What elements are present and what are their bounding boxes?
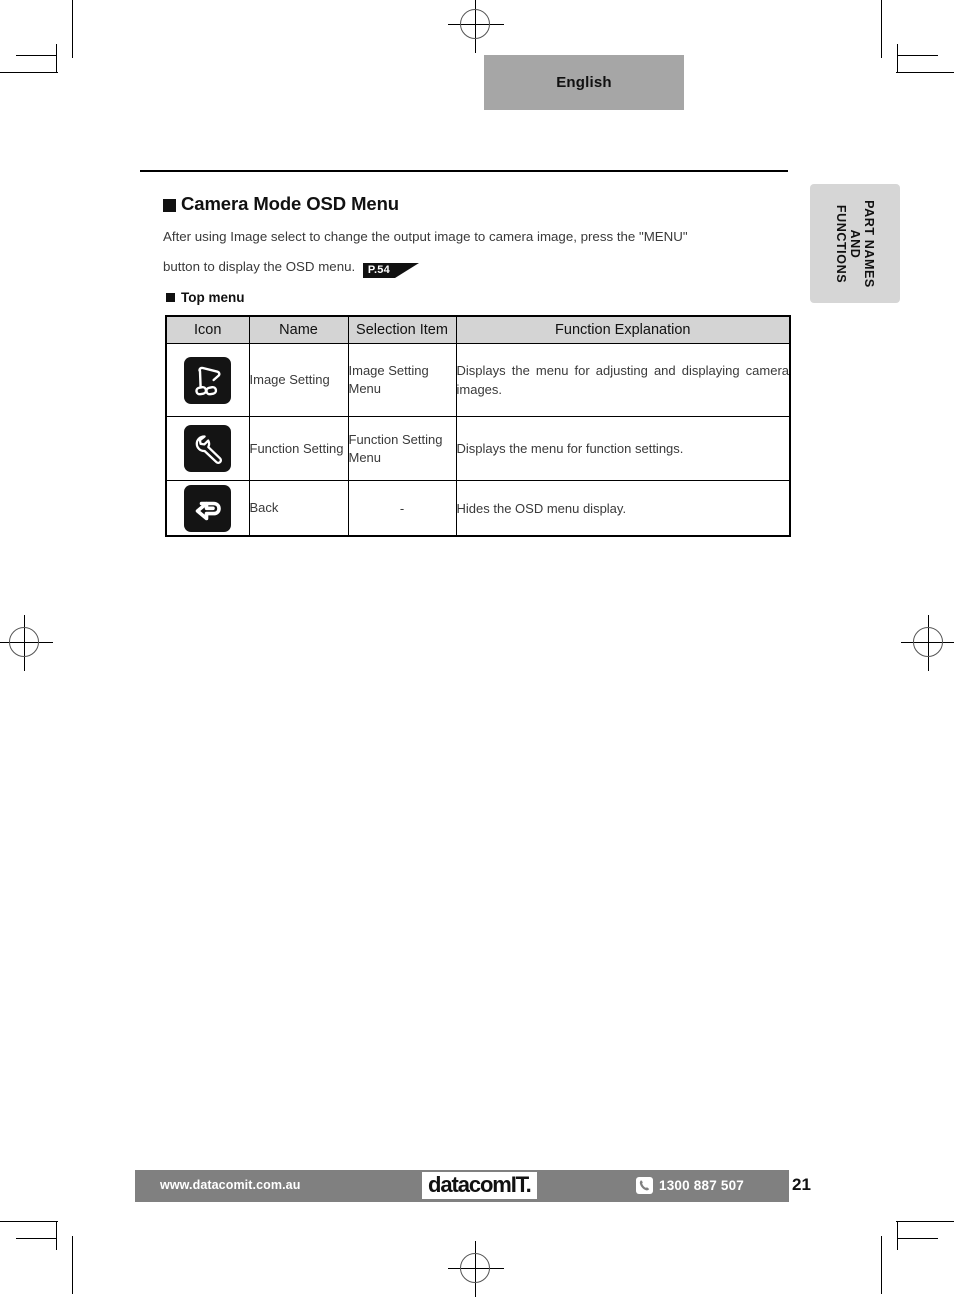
page-reference-arrow-icon	[394, 263, 419, 278]
registration-mark-top	[448, 0, 504, 53]
intro-paragraph-line-2: button to display the OSD menu.	[163, 259, 356, 274]
cell-name: Back	[248, 480, 349, 537]
footer-phone-number: 1300 887 507	[659, 1178, 744, 1193]
cell-explanation: Displays the menu for adjusting and disp…	[455, 343, 791, 417]
footer-website[interactable]: www.datacomit.com.au	[160, 1178, 300, 1192]
cell-icon	[165, 480, 250, 537]
table-row: Function Setting Function Setting Menu D…	[165, 416, 791, 481]
cell-icon	[165, 416, 250, 481]
cell-explanation: Displays the menu for function settings.	[455, 416, 791, 481]
bullet-square-icon	[163, 198, 176, 212]
header-rule	[140, 170, 788, 172]
page-reference-badge[interactable]: P.54	[362, 263, 419, 278]
column-header-name: Name	[248, 315, 349, 344]
chapter-tab-label: PART NAMES AND FUNCTIONS	[834, 200, 876, 288]
footer-phone: 1300 887 507	[636, 1177, 744, 1194]
cell-selection-item: Image Setting Menu	[347, 343, 457, 417]
document-camera-icon	[184, 356, 232, 404]
chapter-tab-line-1: PART NAMES	[862, 199, 876, 288]
bullet-square-small-icon	[166, 293, 175, 302]
chapter-tab: PART NAMES AND FUNCTIONS	[810, 184, 900, 303]
column-header-selection-item: Selection Item	[347, 315, 457, 344]
back-arrow-icon	[184, 484, 232, 532]
registration-mark-left	[0, 615, 53, 671]
page-reference-label: P.54	[362, 263, 395, 278]
footer-logo: datacomIT.	[422, 1172, 537, 1199]
phone-icon	[636, 1177, 653, 1194]
cell-selection-item: Function Setting Menu	[347, 416, 457, 481]
table-header-row: Icon Name Selection Item Function Explan…	[165, 315, 791, 344]
cell-selection-item: -	[347, 480, 457, 537]
table-row: Image Setting Image Setting Menu Display…	[165, 343, 791, 417]
page-number: 21	[792, 1175, 811, 1194]
column-header-function-explanation: Function Explanation	[455, 315, 791, 344]
language-label: English	[556, 74, 612, 91]
cell-explanation: Hides the OSD menu display.	[455, 480, 791, 537]
page-title-text: Camera Mode OSD Menu	[181, 193, 399, 214]
subsection-title: Top menu	[166, 290, 245, 305]
intro-paragraph: After using Image select to change the o…	[163, 222, 789, 282]
cell-icon	[165, 343, 250, 417]
registration-mark-right	[901, 615, 954, 671]
subsection-title-text: Top menu	[181, 290, 245, 305]
cell-name: Image Setting	[248, 343, 349, 417]
page-title: Camera Mode OSD Menu	[163, 193, 399, 215]
wrench-icon	[184, 425, 232, 472]
column-header-icon: Icon	[165, 315, 250, 344]
chapter-tab-line-2: AND	[848, 229, 862, 258]
table-row: Back - Hides the OSD menu display.	[165, 480, 791, 537]
registration-mark-bottom	[448, 1241, 504, 1297]
top-menu-table: Icon Name Selection Item Function Explan…	[165, 315, 791, 537]
language-band: English	[484, 55, 684, 110]
intro-paragraph-line-1: After using Image select to change the o…	[163, 229, 688, 244]
cell-name: Function Setting	[248, 416, 349, 481]
chapter-tab-line-3: FUNCTIONS	[834, 204, 848, 283]
